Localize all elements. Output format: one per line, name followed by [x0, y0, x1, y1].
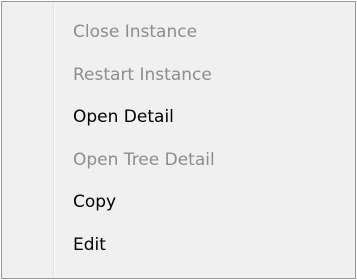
menu-item-edit[interactable]: Edit: [2, 224, 355, 267]
menu-item-open-tree-detail[interactable]: Open Tree Detail: [2, 139, 355, 182]
menu-item-restart-instance[interactable]: Restart Instance: [2, 54, 355, 97]
menu-item-close-instance[interactable]: Close Instance: [2, 11, 355, 54]
menu-items: Close Instance Restart Instance Open Det…: [2, 11, 355, 266]
context-menu: Close Instance Restart Instance Open Det…: [1, 1, 356, 279]
menu-item-open-detail[interactable]: Open Detail: [2, 96, 355, 139]
menu-item-copy[interactable]: Copy: [2, 181, 355, 224]
